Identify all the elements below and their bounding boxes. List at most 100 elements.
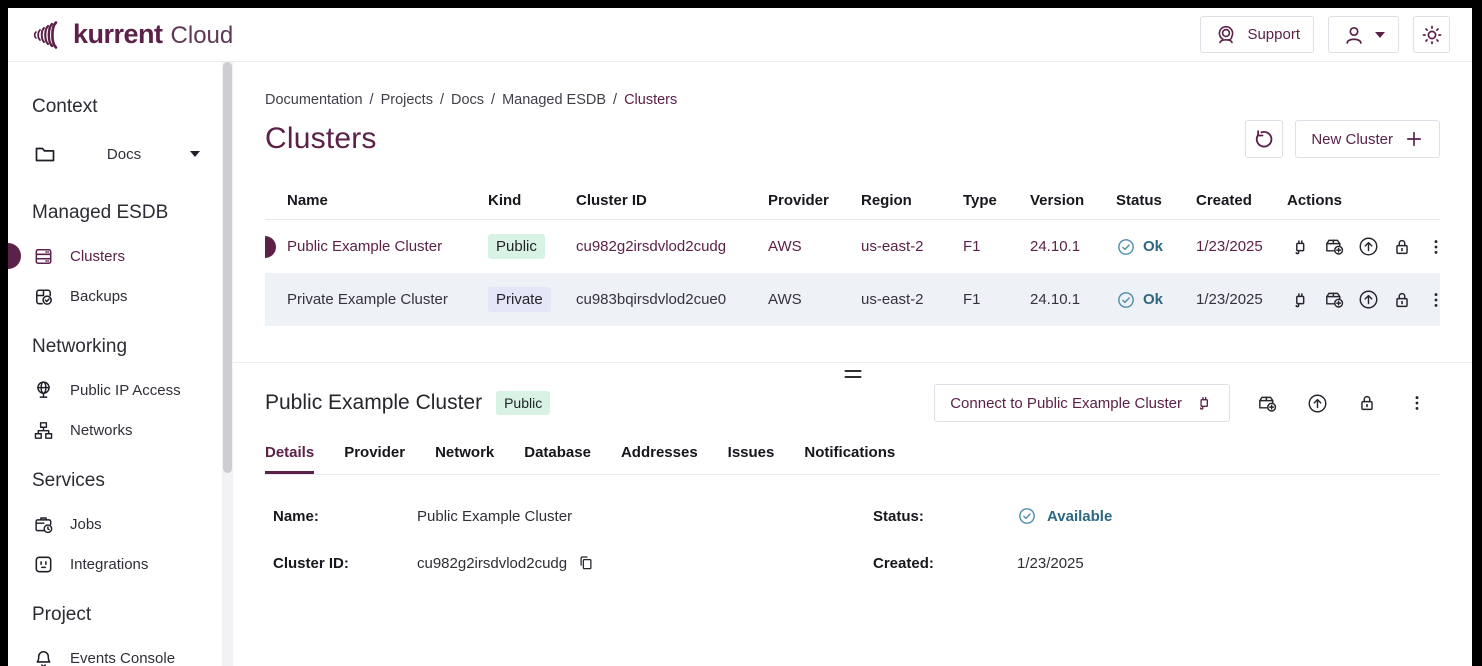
connect-plug-icon[interactable] [1287, 287, 1313, 313]
section-title-managed-esdb: Managed ESDB [32, 202, 199, 224]
sun-icon [1420, 23, 1444, 47]
support-label: Support [1247, 26, 1300, 43]
sidebar-item-label: Backups [70, 288, 128, 305]
table-row[interactable]: Private Example Cluster Private cu983bqi… [265, 273, 1440, 326]
sidebar-item-label: Clusters [70, 248, 125, 265]
new-cluster-button[interactable]: New Cluster [1295, 120, 1440, 158]
connect-plug-icon[interactable] [1287, 234, 1313, 260]
context-select-value: Docs [58, 146, 190, 163]
tab-notifications[interactable]: Notifications [804, 444, 895, 474]
breadcrumb-docs[interactable]: Docs [451, 92, 484, 108]
support-agent-icon [1214, 23, 1238, 47]
kebab-menu-icon[interactable] [1423, 287, 1449, 313]
breadcrumb-current: Clusters [624, 92, 677, 108]
status-text: Ok [1143, 291, 1163, 308]
upgrade-arrow-icon[interactable] [1304, 390, 1330, 416]
chevron-down-icon [1375, 32, 1385, 38]
field-value-cluster-id: cu982g2irsdvlod2cudg [417, 555, 567, 572]
lock-icon[interactable] [1389, 287, 1415, 313]
sidebar-item-backups[interactable]: Backups [32, 276, 199, 316]
breadcrumb-projects[interactable]: Projects [381, 92, 433, 108]
cell-version: 24.10.1 [1030, 238, 1116, 255]
tab-database[interactable]: Database [524, 444, 591, 474]
field-value-created: 1/23/2025 [1017, 555, 1084, 572]
drag-handle-icon[interactable] [844, 370, 861, 378]
column-header-created: Created [1196, 192, 1287, 209]
bell-icon [32, 647, 55, 666]
detail-fields: Name: Public Example Cluster Status: Ava… [265, 505, 1440, 574]
new-cluster-label: New Cluster [1311, 131, 1393, 148]
sidebar-item-clusters[interactable]: Clusters [32, 236, 199, 276]
field-name: Name: Public Example Cluster [265, 505, 865, 527]
sidebar-item-public-ip-access[interactable]: Public IP Access [32, 370, 199, 410]
upgrade-arrow-icon[interactable] [1355, 287, 1381, 313]
cell-type: F1 [963, 238, 1030, 255]
sidebar-item-label: Jobs [70, 516, 102, 533]
sidebar: Context Docs Managed ESDB [8, 62, 233, 666]
sidebar-item-networks[interactable]: Networks [32, 410, 199, 450]
refresh-button[interactable] [1245, 120, 1283, 158]
status-text: Ok [1143, 238, 1163, 255]
field-status: Status: Available [865, 505, 1440, 527]
lock-icon[interactable] [1354, 390, 1380, 416]
cell-provider: AWS [768, 238, 861, 255]
tab-details[interactable]: Details [265, 444, 314, 474]
selected-row-indicator [265, 236, 276, 258]
column-header-region: Region [861, 192, 963, 209]
tab-provider[interactable]: Provider [344, 444, 405, 474]
kurrent-waves-icon [32, 21, 64, 49]
cell-cluster-id: cu982g2irsdvlod2cudg [576, 238, 768, 255]
tab-addresses[interactable]: Addresses [621, 444, 698, 474]
table-header-row: Name Kind Cluster ID Provider Region Typ… [265, 182, 1440, 220]
sidebar-item-integrations[interactable]: Integrations [32, 544, 199, 584]
cell-region: us-east-2 [861, 238, 963, 255]
kebab-menu-icon[interactable] [1423, 234, 1449, 260]
sidebar-scrollbar-thumb[interactable] [223, 62, 232, 473]
upgrade-arrow-icon[interactable] [1355, 234, 1381, 260]
globe-network-icon [32, 379, 55, 402]
refresh-icon [1253, 128, 1275, 150]
breadcrumb-documentation[interactable]: Documentation [265, 92, 363, 108]
create-backup-icon[interactable] [1321, 287, 1347, 313]
outlet-icon [32, 553, 55, 576]
theme-toggle-button[interactable] [1413, 16, 1450, 53]
sidebar-item-jobs[interactable]: Jobs [32, 504, 199, 544]
copy-icon[interactable] [577, 554, 595, 572]
connect-to-cluster-button[interactable]: Connect to Public Example Cluster [934, 384, 1230, 422]
check-circle-icon [1116, 237, 1136, 257]
sidebar-scrollbar[interactable] [222, 62, 233, 666]
cell-name: Private Example Cluster [287, 291, 448, 308]
context-select[interactable]: Docs [32, 142, 200, 166]
breadcrumb-managed-esdb[interactable]: Managed ESDB [502, 92, 606, 108]
kind-badge: Public [488, 234, 545, 259]
sidebar-item-label: Public IP Access [70, 382, 181, 399]
cell-created: 1/23/2025 [1196, 291, 1287, 308]
plus-icon [1404, 129, 1424, 149]
network-tree-icon [32, 419, 55, 442]
support-button[interactable]: Support [1200, 16, 1314, 53]
connect-button-label: Connect to Public Example Cluster [950, 395, 1182, 412]
column-header-status: Status [1116, 192, 1196, 209]
table-row[interactable]: Public Example Cluster Public cu982g2irs… [265, 220, 1440, 273]
folder-icon [32, 142, 58, 166]
kebab-menu-icon[interactable] [1404, 390, 1430, 416]
kurrent-cloud-logo[interactable]: kurrent Cloud [32, 19, 233, 50]
plug-icon [1194, 393, 1214, 413]
create-backup-icon[interactable] [1254, 390, 1280, 416]
lock-icon[interactable] [1389, 234, 1415, 260]
tab-issues[interactable]: Issues [728, 444, 775, 474]
cell-provider: AWS [768, 291, 861, 308]
column-header-name: Name [265, 192, 488, 209]
user-menu-button[interactable] [1328, 16, 1399, 53]
create-backup-icon[interactable] [1321, 234, 1347, 260]
column-header-provider: Provider [768, 192, 861, 209]
tab-network[interactable]: Network [435, 444, 494, 474]
user-icon [1342, 23, 1366, 47]
section-title-services: Services [32, 470, 199, 492]
section-title-project: Project [32, 604, 199, 626]
cell-type: F1 [963, 291, 1030, 308]
top-header: kurrent Cloud Support [8, 8, 1472, 62]
panel-splitter [233, 362, 1472, 382]
sidebar-item-events-console[interactable]: Events Console [32, 638, 199, 666]
field-label-status: Status: [865, 508, 1017, 525]
